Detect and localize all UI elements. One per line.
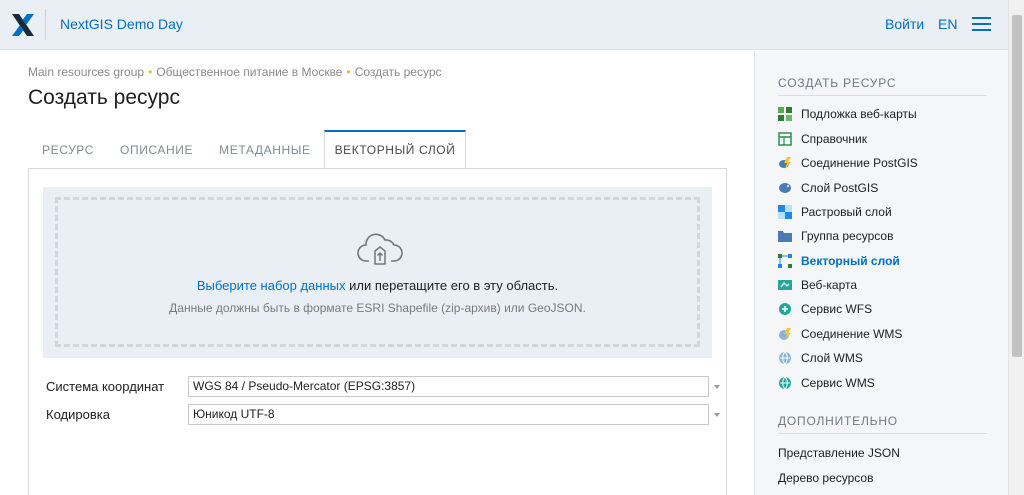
sidebar-item-wfs-service[interactable]: Сервис WFS (778, 299, 872, 319)
sidebar-item-label: Векторный слой (801, 254, 900, 268)
tab-metadata[interactable]: МЕТАДАННЫЕ (206, 130, 323, 169)
sidebar: СОЗДАТЬ РЕСУРС Подложка веб-карты Справо… (754, 51, 1008, 495)
app-header: NextGIS Demo Day Войти EN (0, 0, 1008, 50)
hamburger-menu-icon[interactable] (972, 17, 991, 32)
sidebar-item-label: Сервис WFS (801, 302, 873, 316)
vector-layer-panel: Выберите набор данных или перетащите его… (28, 168, 727, 495)
cloud-upload-icon (357, 233, 403, 265)
breadcrumb: Main resources group • Общественное питани… (28, 65, 442, 79)
upload-area: Выберите набор данных или перетащите его… (43, 187, 712, 358)
sidebar-item-label: Сервис WMS (801, 376, 875, 390)
tab-description[interactable]: ОПИСАНИЕ (107, 130, 206, 169)
page-scrollbar[interactable] (1008, 0, 1024, 495)
dropzone-message-text: или перетащите его в эту область. (345, 278, 559, 293)
sidebar-item-label: Слой WMS (801, 351, 863, 365)
postgis-connection-icon (779, 157, 791, 169)
breadcrumb-separator: • (346, 65, 351, 79)
sidebar-item-basemap[interactable]: Подложка веб-карты (778, 104, 917, 124)
vector-layer-icon (778, 254, 792, 268)
nextgis-logo[interactable] (10, 12, 36, 38)
wms-layer-icon (779, 351, 791, 365)
wms-connection-icon (779, 328, 791, 340)
page-title: Создать ресурс (28, 86, 180, 109)
app-title[interactable]: NextGIS Demo Day (60, 16, 183, 32)
sidebar-item-label: Растровый слой (801, 205, 892, 219)
webmap-icon (778, 280, 792, 290)
login-link[interactable]: Войти (885, 16, 924, 32)
select-dataset-link[interactable]: Выберите набор данных (197, 278, 346, 293)
resource-tree-link[interactable]: Дерево ресурсов (778, 471, 873, 485)
srs-label: Система координат (46, 379, 165, 394)
sidebar-item-vector-layer[interactable]: Векторный слой (778, 251, 900, 271)
resource-tabs: РЕСУРС ОПИСАНИЕ МЕТАДАННЫЕ ВЕКТОРНЫЙ СЛО… (29, 130, 467, 170)
wfs-service-icon (779, 303, 791, 315)
additional-heading: ДОПОЛНИТЕЛЬНО (778, 414, 898, 428)
encoding-dropdown-arrow-icon[interactable] (709, 404, 725, 425)
basemap-icon (778, 107, 792, 121)
sidebar-item-resource-group[interactable]: Группа ресурсов (778, 226, 893, 246)
sidebar-item-postgis-layer[interactable]: Слой PostGIS (778, 178, 878, 198)
breadcrumb-item-current: Создать ресурс (354, 65, 442, 79)
sidebar-item-wms-service[interactable]: Сервис WMS (778, 373, 875, 393)
sidebar-item-label: Веб-карта (801, 278, 858, 292)
json-view-link[interactable]: Представление JSON (778, 446, 900, 460)
sidebar-item-webmap[interactable]: Веб-карта (778, 275, 857, 295)
folder-icon (778, 231, 792, 242)
wms-service-icon (779, 376, 791, 390)
sidebar-item-label: Группа ресурсов (801, 229, 894, 243)
language-switch[interactable]: EN (938, 16, 957, 32)
dropzone-hint: Данные должны быть в формате ESRI Shapef… (169, 301, 586, 315)
encoding-select[interactable]: Юникод UTF-8 (188, 404, 709, 425)
postgis-layer-icon (779, 183, 791, 193)
lookup-table-icon (778, 132, 792, 146)
scrollbar-thumb[interactable] (1012, 15, 1022, 357)
srs-dropdown-arrow-icon[interactable] (709, 376, 725, 397)
breadcrumb-separator: • (148, 65, 153, 79)
breadcrumb-item-parent[interactable]: Общественное питание в Москве (156, 65, 342, 79)
sidebar-item-lookup-table[interactable]: Справочник (778, 129, 867, 149)
sidebar-item-raster-layer[interactable]: Растровый слой (778, 202, 892, 222)
dropzone-message: Выберите набор данных или перетащите его… (58, 278, 697, 293)
encoding-label: Кодировка (46, 407, 110, 422)
create-resource-heading: СОЗДАТЬ РЕСУРС (778, 76, 897, 90)
breadcrumb-item-root[interactable]: Main resources group (28, 65, 144, 79)
srs-select[interactable]: WGS 84 / Pseudo-Mercator (EPSG:3857) (188, 376, 709, 397)
tab-vector-layer[interactable]: ВЕКТОРНЫЙ СЛОЙ (323, 130, 467, 170)
file-dropzone[interactable]: Выберите набор данных или перетащите его… (55, 197, 700, 347)
sidebar-item-postgis-connection[interactable]: Соединение PostGIS (778, 153, 918, 173)
sidebar-divider (778, 433, 987, 434)
sidebar-item-label: Подложка веб-карты (801, 107, 917, 121)
sidebar-item-label: Справочник (801, 132, 867, 146)
sidebar-item-label: Соединение PostGIS (801, 156, 918, 170)
sidebar-item-label: Соединение WMS (801, 327, 903, 341)
raster-layer-icon (778, 205, 792, 219)
sidebar-item-wms-connection[interactable]: Соединение WMS (778, 324, 902, 344)
logo-divider (45, 9, 46, 40)
sidebar-divider (778, 95, 987, 96)
sidebar-item-label: Слой PostGIS (801, 181, 879, 195)
tab-resource[interactable]: РЕСУРС (29, 130, 107, 169)
sidebar-item-wms-layer[interactable]: Слой WMS (778, 348, 863, 368)
